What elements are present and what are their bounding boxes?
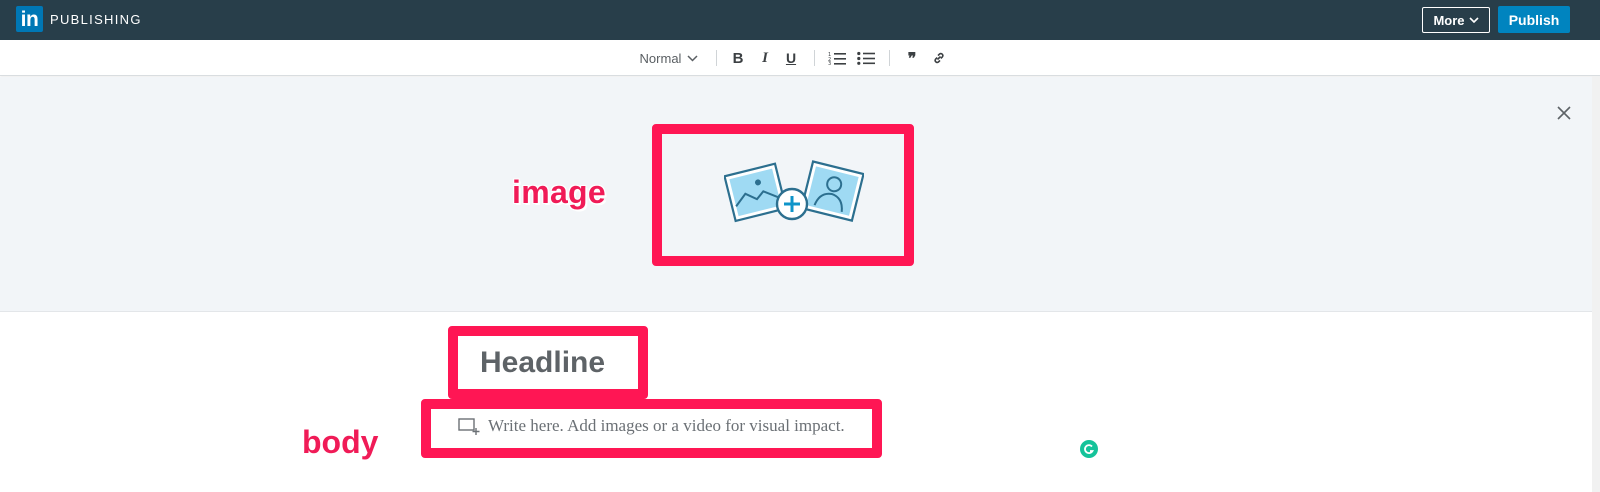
chevron-down-icon [687, 54, 698, 62]
quote-icon: ❞ [907, 48, 917, 68]
cover-image-area: image [0, 77, 1600, 312]
image-annotation-box [652, 124, 914, 266]
link-button[interactable] [929, 48, 949, 68]
body-input[interactable]: Write here. Add images or a video for vi… [488, 416, 845, 436]
italic-button[interactable]: I [755, 48, 775, 68]
svg-text:3: 3 [828, 61, 831, 65]
more-button[interactable]: More [1422, 7, 1490, 33]
headline-input[interactable]: Headline [480, 346, 605, 380]
underline-button[interactable]: U [781, 48, 801, 68]
toolbar-divider [716, 50, 717, 66]
headline-annotation-box: Headline [448, 326, 648, 399]
link-icon [934, 52, 944, 64]
brand-label: PUBLISHING [50, 12, 142, 27]
close-icon[interactable] [1554, 103, 1574, 123]
scrollbar[interactable] [1592, 76, 1600, 492]
linkedin-logo-icon[interactable]: in [16, 6, 43, 32]
add-media-icon[interactable] [458, 418, 480, 436]
body-annotation-box: Write here. Add images or a video for vi… [421, 399, 882, 458]
toolbar-divider [889, 50, 890, 66]
annotation-image-label: image [512, 174, 606, 210]
grammarly-icon[interactable] [1080, 440, 1098, 458]
formatting-toolbar: Normal B I U 1 2 3 ❞ [0, 40, 1600, 76]
quote-button[interactable]: ❞ [902, 48, 922, 68]
bulleted-list-icon [857, 51, 875, 65]
numbered-list-button[interactable]: 1 2 3 [826, 48, 848, 68]
numbered-list-icon: 1 2 3 [828, 52, 846, 65]
text-style-value: Normal [639, 50, 682, 66]
top-nav-bar: in PUBLISHING More Publish [0, 0, 1600, 40]
annotation-body-label: body [302, 424, 379, 460]
toolbar-divider [814, 50, 815, 66]
bold-button[interactable]: B [728, 48, 748, 68]
text-style-dropdown[interactable]: Normal [634, 48, 704, 68]
chevron-down-icon [1468, 17, 1479, 23]
grammarly-g-icon [1084, 444, 1095, 454]
more-button-label: More [1433, 12, 1465, 28]
publish-button[interactable]: Publish [1498, 6, 1570, 33]
bulleted-list-button[interactable] [855, 48, 877, 68]
image-upload-icon[interactable] [724, 157, 864, 235]
